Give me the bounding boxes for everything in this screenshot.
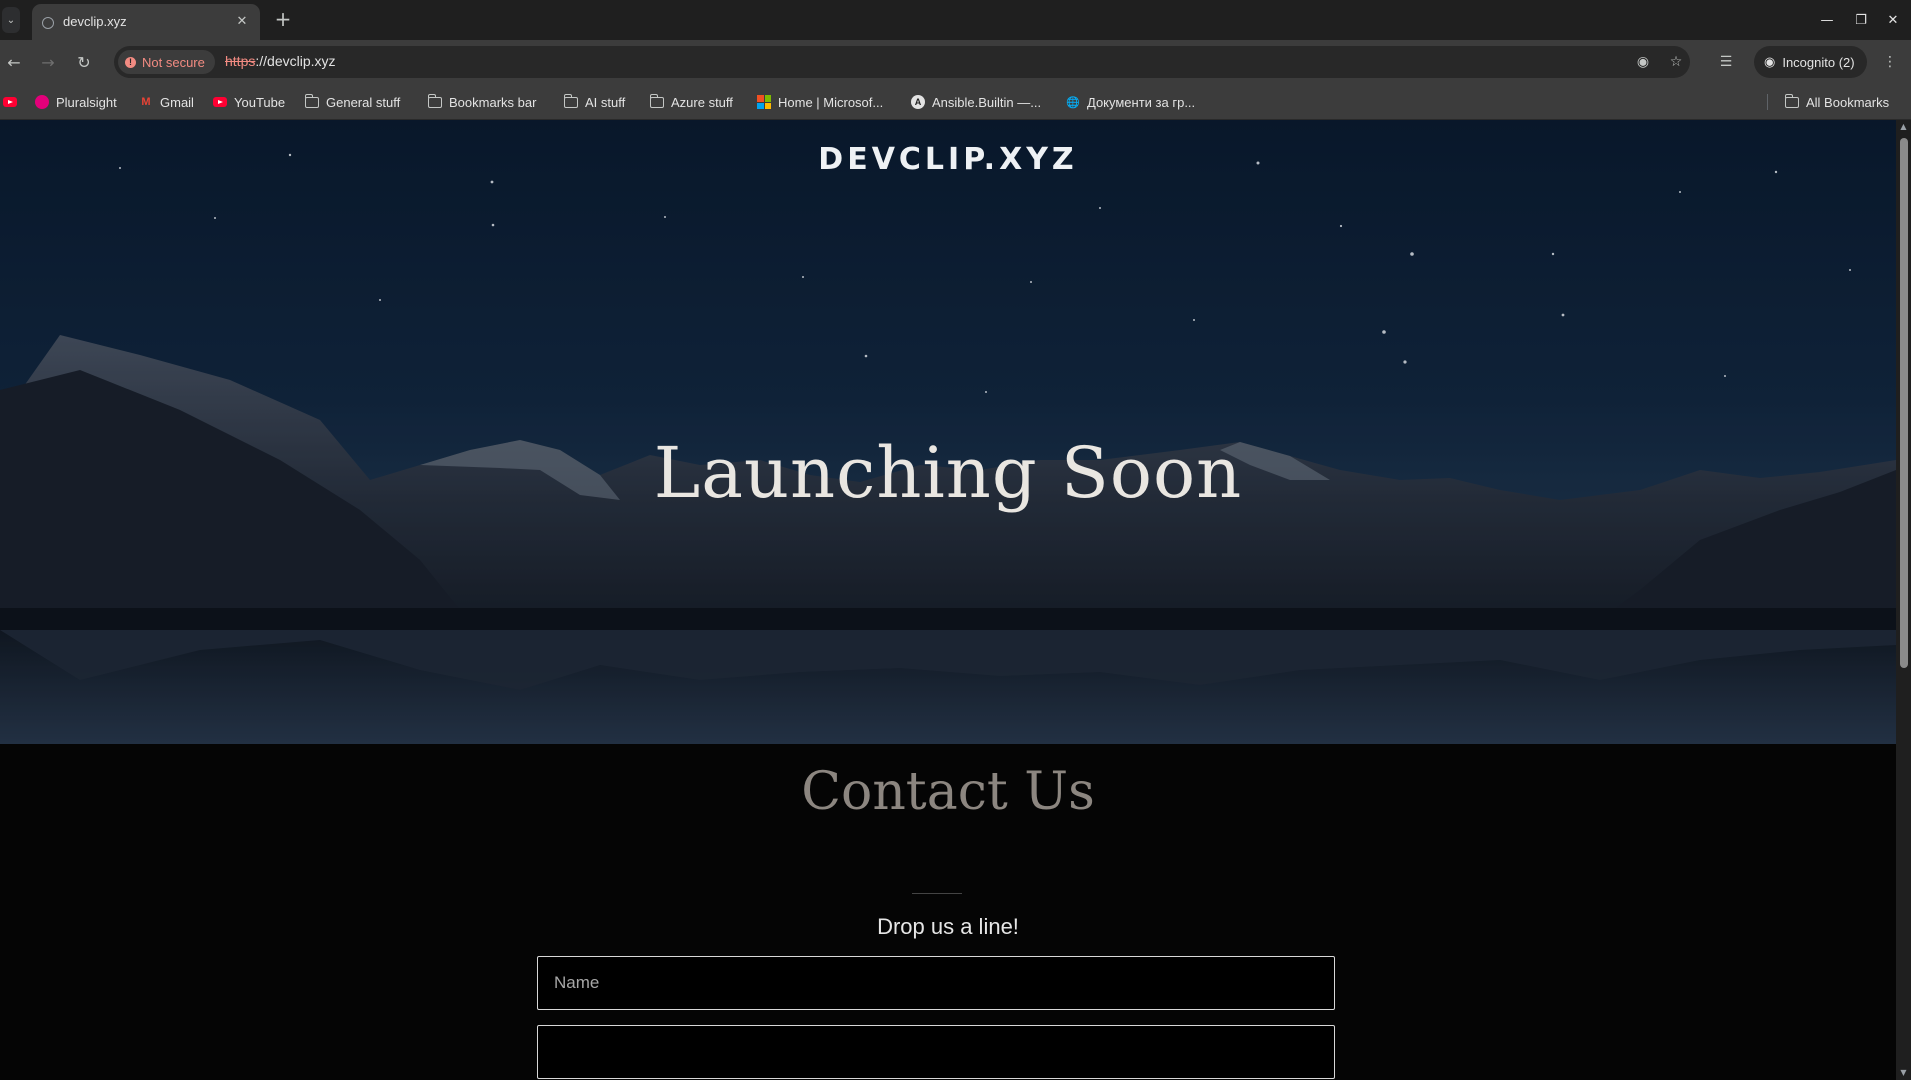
arrow-left-icon: ←: [7, 52, 21, 72]
forward-button[interactable]: →: [36, 50, 60, 74]
email-input[interactable]: [537, 1025, 1335, 1079]
title-divider: [912, 893, 962, 894]
reload-icon: ↻: [77, 52, 91, 72]
bookmark-item[interactable]: Home | Microsof...: [757, 92, 883, 112]
vertical-scrollbar[interactable]: ▲ ▼: [1896, 120, 1911, 1080]
reload-button[interactable]: ↻: [72, 50, 96, 74]
bookmark-folder[interactable]: AI stuff: [563, 92, 626, 112]
gmail-icon: M: [141, 96, 151, 108]
incognito-icon: ◉: [1764, 54, 1776, 69]
reading-list-icon[interactable]: ☰: [1716, 52, 1736, 72]
globe-icon: [42, 17, 54, 29]
url-host: ://devclip.xyz: [255, 53, 336, 69]
star-icon[interactable]: ☆: [1666, 52, 1686, 72]
address-bar[interactable]: ! Not secure https://devclip.xyz ◉ ☆: [114, 46, 1690, 78]
bookmark-item[interactable]: 🌐 Документи за гр...: [1066, 92, 1195, 112]
contact-subtitle: Drop us a line!: [877, 914, 1019, 939]
globe-icon: 🌐: [1066, 96, 1080, 109]
minimize-icon: —: [1820, 12, 1834, 28]
scroll-down-icon[interactable]: ▼: [1899, 1068, 1908, 1077]
page-viewport: DEVCLIP.XYZ Launching Soon Contact Us Dr…: [0, 120, 1896, 1080]
chevron-down-icon: ⌄: [6, 14, 16, 26]
folder-icon: [1784, 93, 1799, 108]
close-window-button[interactable]: ✕: [1883, 10, 1903, 30]
bookmark-folder[interactable]: Bookmarks bar: [427, 92, 537, 112]
name-input[interactable]: [537, 956, 1335, 1010]
minimize-button[interactable]: —: [1817, 10, 1837, 30]
bookmark-item[interactable]: Pluralsight: [35, 92, 117, 112]
bookmark-youtube-pinned[interactable]: [3, 92, 17, 112]
bookmark-label: YouTube: [234, 94, 286, 110]
incognito-button[interactable]: ◉ Incognito (2): [1754, 46, 1867, 78]
bookmark-label: Gmail: [160, 94, 194, 110]
tab-active[interactable]: devclip.xyz ✕: [32, 4, 260, 40]
folder-icon: [649, 93, 664, 108]
bookmark-label: Документи за гр...: [1087, 94, 1196, 110]
eye-off-icon[interactable]: ◉: [1633, 52, 1653, 72]
all-bookmarks-label: All Bookmarks: [1806, 94, 1890, 110]
close-tab-icon[interactable]: ✕: [232, 11, 252, 31]
close-icon: ✕: [1887, 12, 1899, 28]
bookmarks-bar: Pluralsight M Gmail YouTube General stuff…: [0, 84, 1911, 120]
restore-button[interactable]: ❐: [1851, 10, 1871, 30]
hero-section: DEVCLIP.XYZ Launching Soon: [0, 120, 1896, 744]
hero-title: Launching Soon: [653, 432, 1243, 514]
new-tab-button[interactable]: +: [272, 8, 294, 30]
bookmark-label: General stuff: [326, 94, 401, 110]
youtube-icon: [213, 97, 227, 107]
folder-icon: [563, 93, 578, 108]
site-brand[interactable]: DEVCLIP.XYZ: [0, 142, 1896, 177]
bookmark-label: Azure stuff: [671, 94, 733, 110]
folder-icon: [427, 93, 442, 108]
bookmark-item[interactable]: M Gmail: [139, 92, 194, 112]
bookmark-label: AI stuff: [585, 94, 626, 110]
warning-icon: !: [125, 56, 136, 68]
bookmark-folder[interactable]: General stuff: [304, 92, 401, 112]
tab-title: devclip.xyz: [63, 14, 127, 29]
restore-icon: ❐: [1855, 12, 1867, 28]
toolbar: ← → ↻ ! Not secure https://devclip.xyz ◉…: [0, 40, 1911, 84]
scrollbar-thumb[interactable]: [1900, 138, 1908, 668]
microsoft-icon: [757, 95, 771, 109]
arrow-right-icon: →: [41, 52, 55, 72]
bookmark-label: Ansible.Builtin —...: [932, 94, 1042, 110]
pluralsight-icon: [35, 95, 49, 109]
incognito-label: Incognito (2): [1782, 54, 1855, 70]
bookmark-item[interactable]: A Ansible.Builtin —...: [911, 92, 1041, 112]
scroll-up-icon[interactable]: ▲: [1899, 122, 1908, 131]
contact-title: Contact Us: [801, 762, 1095, 822]
bookmark-folder[interactable]: Azure stuff: [649, 92, 733, 112]
bookmark-label: Home | Microsof...: [778, 94, 884, 110]
security-chip[interactable]: ! Not secure: [118, 50, 215, 74]
youtube-icon: [3, 97, 17, 107]
bookmark-label: Pluralsight: [56, 94, 117, 110]
tab-strip: ⌄ devclip.xyz ✕ + — ❐ ✕: [0, 0, 1911, 40]
bookmarks-divider: [1767, 94, 1768, 110]
security-label: Not secure: [142, 54, 205, 70]
url-scheme: https: [225, 53, 256, 69]
tab-search-button[interactable]: ⌄: [2, 7, 20, 33]
folder-icon: [304, 93, 319, 108]
ansible-icon: A: [911, 95, 925, 109]
all-bookmarks-button[interactable]: All Bookmarks: [1784, 92, 1890, 112]
contact-section: Contact Us Drop us a line!: [0, 744, 1896, 1080]
plus-icon: +: [274, 7, 292, 31]
bookmark-item[interactable]: YouTube: [213, 92, 285, 112]
url-text[interactable]: https://devclip.xyz: [225, 53, 336, 69]
bookmark-label: Bookmarks bar: [449, 94, 537, 110]
back-button[interactable]: ←: [2, 50, 26, 74]
kebab-menu-icon[interactable]: ⋮: [1880, 52, 1900, 72]
